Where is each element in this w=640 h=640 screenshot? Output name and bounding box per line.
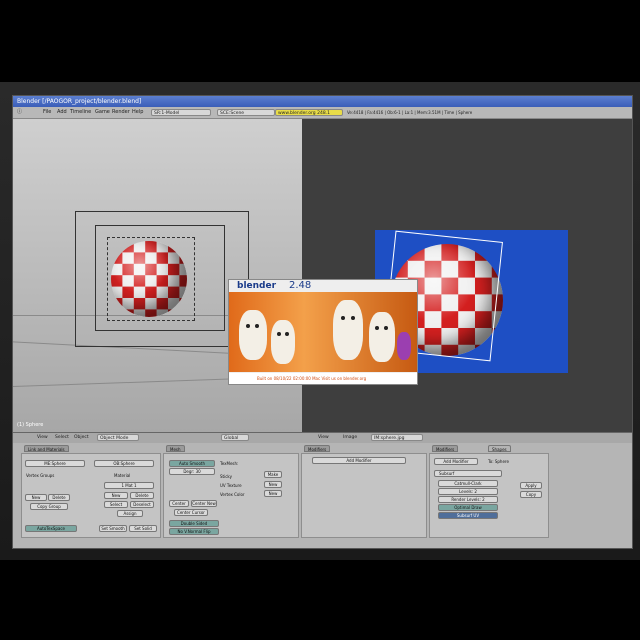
sticky-label: Sticky: [220, 474, 232, 479]
texmesh-label: TexMesh:: [220, 461, 239, 466]
apply-button[interactable]: Apply: [520, 482, 542, 489]
link-materials-panel: Link and Materials ME:Sphere OB:Sphere V…: [21, 445, 161, 538]
info-icon[interactable]: ⓘ: [17, 107, 22, 118]
window-title: Blender [/PAOGOR_project/blender.blend]: [13, 96, 632, 107]
character-illustration: [369, 312, 395, 362]
image-menu-view[interactable]: View: [318, 433, 329, 443]
menu-view[interactable]: View: [37, 433, 48, 443]
material-label: Material: [114, 473, 131, 478]
menu-add[interactable]: Add: [57, 107, 67, 118]
vertex-color-label: Vertex Color: [220, 492, 245, 497]
3d-viewport[interactable]: (1) Sphere: [13, 119, 302, 432]
menu-render[interactable]: Render: [112, 107, 130, 118]
link-materials-tab[interactable]: Link and Materials: [24, 445, 69, 452]
material-delete-button[interactable]: Delete: [130, 492, 154, 499]
modifiers-panel: Modifiers Add Modifier: [301, 445, 427, 538]
menu-game[interactable]: Game: [95, 107, 110, 118]
add-modifier-button-left[interactable]: Add Modifier: [312, 457, 406, 464]
uv-texture-label: UV Texture: [220, 483, 242, 488]
set-solid-button[interactable]: Set Solid: [129, 525, 157, 532]
checker-sphere[interactable]: [111, 241, 187, 317]
vertex-groups-label: Vertex Groups: [26, 473, 55, 478]
optimal-draw-toggle[interactable]: Optimal Draw: [438, 504, 498, 511]
modifiers-tab[interactable]: Modifiers: [432, 445, 459, 452]
subsurf-uv-toggle[interactable]: Subsurf UV: [438, 512, 498, 519]
character-illustration: [239, 310, 267, 360]
levels-field[interactable]: Levels: 2: [438, 488, 498, 495]
uv-image-editor[interactable]: [302, 119, 632, 432]
center-new-button[interactable]: Center New: [191, 500, 217, 507]
modifier-name-field[interactable]: Subsurf: [434, 470, 502, 477]
menu-help[interactable]: Help: [132, 107, 143, 118]
material-assign-button[interactable]: Assign: [117, 510, 143, 517]
vcol-new-button[interactable]: New: [264, 490, 282, 497]
shapes-tab[interactable]: Shapes: [488, 445, 511, 452]
modifiers-tab-left[interactable]: Modifiers: [304, 445, 331, 452]
object-name-field[interactable]: OB:Sphere: [94, 460, 154, 467]
character-illustration: [397, 332, 411, 360]
splash-artwork: [229, 292, 417, 372]
blender-url: www.blender.org 248.1: [275, 109, 343, 116]
copy-button[interactable]: Copy: [520, 491, 542, 498]
material-select-button[interactable]: Select: [104, 501, 128, 508]
render-levels-field[interactable]: Render Levels: 2: [438, 496, 498, 503]
character-illustration: [271, 320, 295, 364]
material-new-button[interactable]: New: [104, 492, 128, 499]
menu-select[interactable]: Select: [55, 433, 69, 443]
double-sided-toggle[interactable]: Double Sided: [169, 520, 219, 527]
mesh-tab[interactable]: Mesh: [166, 445, 185, 452]
buttons-window: Link and Materials ME:Sphere OB:Sphere V…: [13, 443, 632, 548]
copy-group-button[interactable]: Copy Group: [30, 503, 68, 510]
menu-object[interactable]: Object: [74, 433, 89, 443]
pivot-selector[interactable]: Global: [221, 434, 249, 441]
vgroup-new-button[interactable]: New: [25, 494, 47, 501]
add-modifier-button[interactable]: Add Modifier: [434, 458, 478, 465]
modifier-target: To: Sphere: [488, 459, 509, 464]
mesh-panel: Mesh Auto Smooth Degr: 30 TexMesh: Stick…: [163, 445, 299, 538]
center-button[interactable]: Center: [169, 500, 189, 507]
scene-selector[interactable]: SCE:Scene: [217, 109, 275, 116]
image-selector[interactable]: IM:sphere.jpg: [371, 434, 423, 441]
character-illustration: [333, 300, 363, 360]
autotexspace-toggle[interactable]: AutoTexSpace: [25, 525, 77, 532]
center-cursor-button[interactable]: Center Cursor: [174, 509, 208, 516]
mesh-name-field[interactable]: ME:Sphere: [25, 460, 85, 467]
set-smooth-button[interactable]: Set Smooth: [99, 525, 127, 532]
menu-file[interactable]: File: [43, 107, 51, 118]
auto-smooth-toggle[interactable]: Auto Smooth: [169, 460, 215, 467]
uv-new-button[interactable]: New: [264, 481, 282, 488]
mode-selector[interactable]: Object Mode: [97, 434, 139, 441]
viewport-object-label: (1) Sphere: [17, 422, 44, 428]
sticky-make-button[interactable]: Make: [264, 471, 282, 478]
material-slot[interactable]: 1 Mat 1: [104, 482, 154, 489]
splash-footer: Built on 08/10/22 02:00:00 Mac Visit us …: [229, 373, 417, 384]
vgroup-delete-button[interactable]: Delete: [48, 494, 70, 501]
degr-field[interactable]: Degr: 30: [169, 468, 215, 475]
material-deselect-button[interactable]: Deselect: [130, 501, 154, 508]
splash-screen[interactable]: blender 2.48 Built on 08/10/22 02:00:00 …: [228, 279, 418, 385]
modifier-stack-panel: Modifiers Shapes Add Modifier To: Sphere…: [429, 445, 549, 538]
no-vnormal-flip-toggle[interactable]: No V.Normal Flip: [169, 528, 219, 535]
blender-window: Blender [/PAOGOR_project/blender.blend] …: [12, 95, 633, 549]
blender-logo: blender: [237, 281, 277, 291]
menu-timeline[interactable]: Timeline: [70, 107, 91, 118]
screen-selector[interactable]: SR:1-Model: [151, 109, 211, 116]
subsurf-type-select[interactable]: Catmull-Clark: [438, 480, 498, 487]
splash-version: 2.48: [289, 280, 312, 291]
top-menu-bar: ⓘ File Add Timeline Game Render Help SR:…: [13, 107, 632, 119]
image-menu-image[interactable]: Image: [343, 433, 357, 443]
scene-stats: Ve:4418 | Fa:4416 | Ob:6-1 | La:1 | Mem:…: [347, 110, 473, 115]
